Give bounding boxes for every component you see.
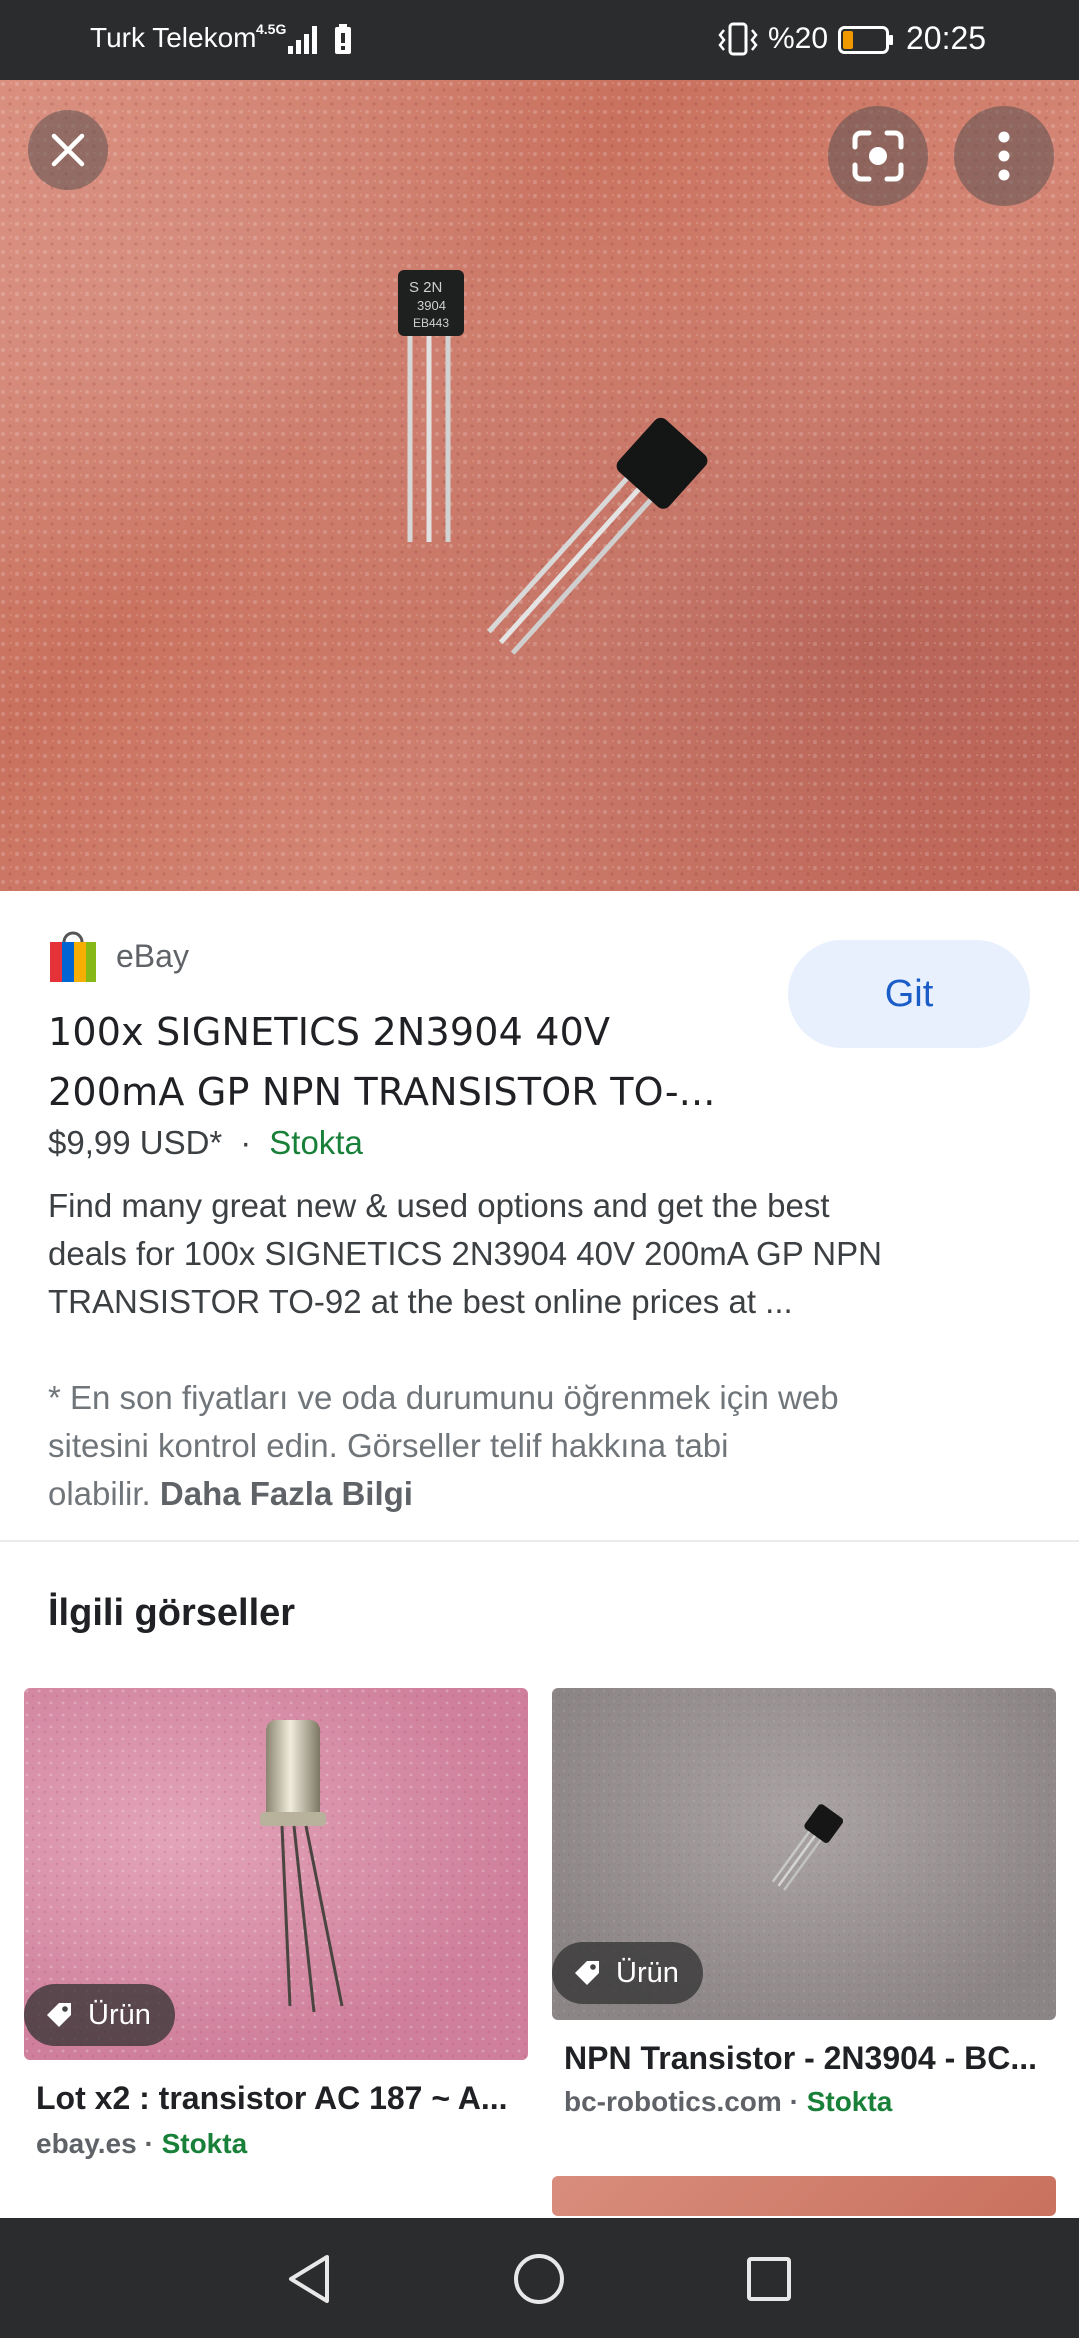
separator: · <box>136 2128 162 2159</box>
recents-button[interactable] <box>734 2244 804 2314</box>
battery-icon <box>838 26 893 54</box>
related-heading: İlgili görseller <box>48 1592 296 1634</box>
home-icon <box>514 2254 564 2304</box>
part-marking: S 2N <box>409 279 442 296</box>
result-image[interactable]: S 2N 3904 EB443 <box>0 80 1079 891</box>
disclaimer-line: olabilir. <box>48 1475 151 1512</box>
recents-icon <box>747 2257 791 2301</box>
battery-percent: %20 <box>768 22 829 55</box>
visit-button[interactable]: Git <box>788 940 1030 1048</box>
separator: · <box>781 2086 807 2117</box>
carrier-name: Turk Telekom <box>90 22 257 53</box>
related-item-site: bc-robotics.com <box>564 2086 782 2117</box>
stock-status: Stokta <box>161 2128 248 2159</box>
separator: · <box>240 1124 252 1161</box>
signal-icon <box>288 26 317 54</box>
vibrate-icon <box>718 22 758 56</box>
ebay-favicon-icon <box>50 931 96 982</box>
svg-text:EB443: EB443 <box>413 316 449 330</box>
disclaimer-line: sitesini kontrol edin. Görseller telif h… <box>48 1427 729 1464</box>
back-icon <box>289 2255 329 2303</box>
more-options-button[interactable] <box>954 106 1054 206</box>
badge-label: Ürün <box>88 1998 151 2031</box>
result-description: Find many great new & used options and g… <box>48 1182 1048 1326</box>
lens-button[interactable] <box>828 106 928 206</box>
related-item-title[interactable]: Lot x2 : transistor AC 187 ~ A... <box>36 2080 526 2117</box>
product-badge: Ürün <box>24 1984 175 2046</box>
clock: 20:25 <box>906 20 987 56</box>
description-line: deals for 100x SIGNETICS 2N3904 40V 200m… <box>48 1235 882 1272</box>
lens-icon <box>852 130 904 182</box>
tag-icon <box>575 1961 599 1985</box>
related-item-site: ebay.es <box>36 2128 137 2159</box>
description-line: TRANSISTOR TO-92 at the best online pric… <box>48 1283 793 1320</box>
result-title-line: 100x SIGNETICS 2N3904 40V <box>48 1010 611 1054</box>
stock-status: Stokta <box>269 1124 363 1161</box>
source-name: eBay <box>116 937 189 974</box>
stock-status: Stokta <box>806 2086 893 2117</box>
disclaimer-line: * En son fiyatları ve oda durumunu öğren… <box>48 1379 839 1416</box>
related-item-meta: ebay.es · Stokta <box>36 2128 247 2160</box>
related-image-card[interactable] <box>552 2176 1056 2216</box>
battery-saver-icon <box>335 24 351 54</box>
navigation-bar <box>0 2218 1079 2338</box>
back-button[interactable] <box>274 2244 344 2314</box>
product-badge: Ürün <box>552 1942 703 2004</box>
divider <box>0 1540 1079 1542</box>
badge-label: Ürün <box>616 1956 679 1989</box>
result-title-line: 200mA GP NPN TRANSISTOR TO-... <box>48 1070 716 1114</box>
home-button[interactable] <box>504 2244 574 2314</box>
description-line: Find many great new & used options and g… <box>48 1187 830 1224</box>
transistor-photo: S 2N 3904 EB443 <box>0 80 1079 891</box>
more-vert-icon <box>998 131 1010 181</box>
related-item-meta: bc-robotics.com · Stokta <box>564 2086 892 2118</box>
network-type: 4.5G <box>256 21 287 37</box>
disclaimer: * En son fiyatları ve oda durumunu öğren… <box>48 1374 1008 1518</box>
tag-icon <box>47 2003 71 2027</box>
result-title[interactable]: 100x SIGNETICS 2N3904 40V 200mA GP NPN T… <box>48 1002 788 1122</box>
related-item-title[interactable]: NPN Transistor - 2N3904 - BC... <box>564 2040 1048 2077</box>
price-row: $9,99 USD* · Stokta <box>48 1124 363 1162</box>
svg-text:3904: 3904 <box>417 298 446 313</box>
close-icon <box>51 133 85 167</box>
status-bar: Turk Telekom 4.5G %20 20:25 <box>0 0 1079 80</box>
more-info-link[interactable]: Daha Fazla Bilgi <box>160 1475 413 1512</box>
source-row[interactable]: eBay <box>48 928 189 984</box>
close-button[interactable] <box>28 110 108 190</box>
price: $9,99 USD* <box>48 1124 223 1161</box>
